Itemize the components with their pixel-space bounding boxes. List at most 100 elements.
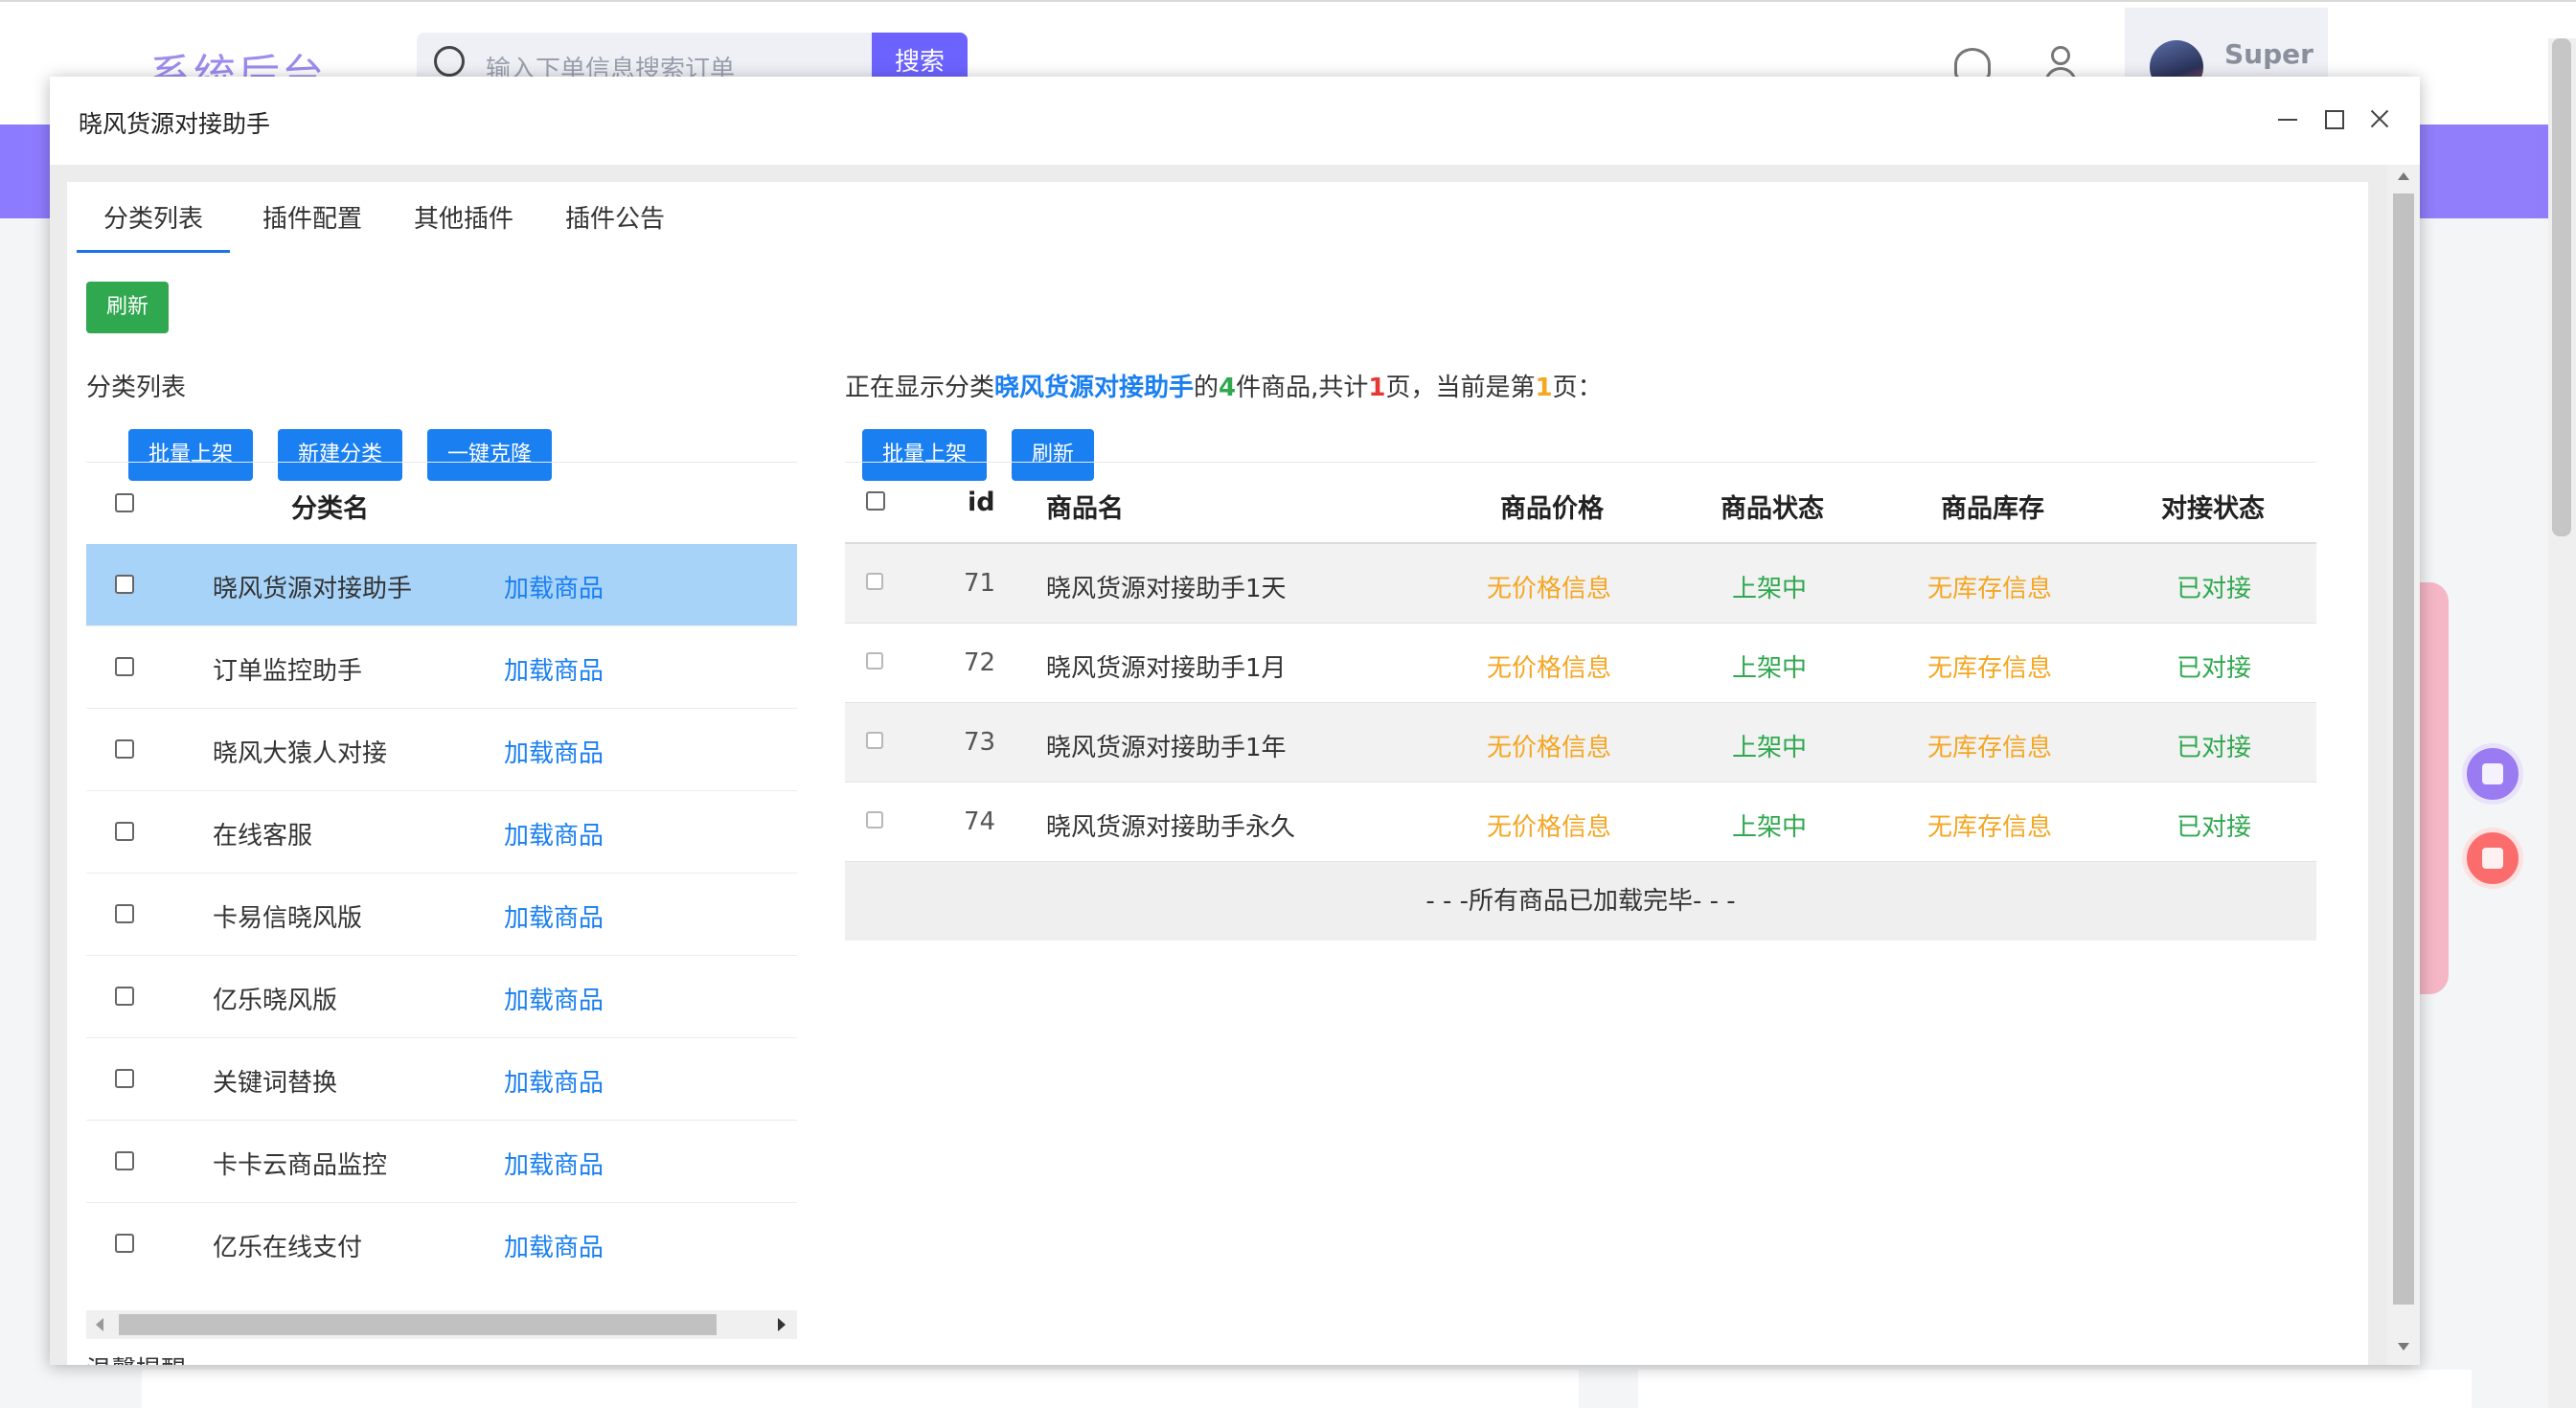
select-all-checkbox[interactable] — [866, 491, 885, 511]
row-checkbox[interactable] — [115, 904, 134, 923]
table-row[interactable]: 74 晓风货源对接助手永久 无价格信息 上架中 无库存信息 已对接 — [845, 783, 2316, 862]
table-row[interactable]: 晓风货源对接助手 加载商品 — [86, 544, 797, 626]
table-row[interactable]: 71 晓风货源对接助手1天 无价格信息 上架中 无库存信息 已对接 — [845, 544, 2316, 624]
link-state: 已对接 — [2177, 575, 2252, 603]
dialog-body: 分类列表 插件配置 其他插件 插件公告 刷新 分类列表 批量上架 新建分类 一键… — [50, 165, 2420, 1365]
row-checkbox[interactable] — [866, 573, 883, 590]
product-state: 上架中 — [1732, 813, 1808, 842]
load-products-link[interactable]: 加载商品 — [504, 651, 604, 687]
table-row[interactable]: 72 晓风货源对接助手1月 无价格信息 上架中 无库存信息 已对接 — [845, 624, 2316, 703]
minimize-icon[interactable] — [2267, 98, 2309, 140]
dialog-content: 分类列表 插件配置 其他插件 插件公告 刷新 分类列表 批量上架 新建分类 一键… — [67, 182, 2368, 1365]
table-row[interactable]: 73 晓风货源对接助手1年 无价格信息 上架中 无库存信息 已对接 — [845, 703, 2316, 783]
product-stock: 无库存信息 — [1927, 734, 2053, 762]
load-products-link[interactable]: 加载商品 — [504, 1228, 604, 1263]
row-checkbox[interactable] — [115, 575, 134, 594]
load-products-link[interactable]: 加载商品 — [504, 1146, 604, 1181]
dialog-scrollbar[interactable] — [2387, 165, 2420, 1365]
row-checkbox[interactable] — [115, 1234, 134, 1253]
table-row[interactable]: 亿乐晓风版 加载商品 — [86, 956, 797, 1038]
load-products-link[interactable]: 加载商品 — [504, 1063, 604, 1099]
product-state: 上架中 — [1732, 654, 1808, 683]
row-checkbox[interactable] — [115, 987, 134, 1006]
table-row[interactable]: 晓风大猿人对接 加载商品 — [86, 709, 797, 791]
page-scrollbar[interactable] — [2548, 38, 2576, 1408]
product-info-line: 正在显示分类晓风货源对接助手的4件商品,共计1页，当前是第1页： — [845, 374, 1603, 402]
category-name: 关键词替换 — [213, 1069, 338, 1098]
product-id: 72 — [964, 648, 996, 677]
load-products-link[interactable]: 加载商品 — [504, 981, 604, 1016]
maximize-icon[interactable] — [2313, 98, 2355, 140]
link-state: 已对接 — [2177, 813, 2252, 842]
row-checkbox[interactable] — [866, 732, 883, 749]
headset-icon[interactable] — [1954, 48, 1991, 80]
close-icon[interactable] — [2359, 98, 2401, 140]
column-link-state: 对接状态 — [2161, 494, 2265, 524]
load-products-link[interactable]: 加载商品 — [504, 816, 604, 852]
load-products-link[interactable]: 加载商品 — [504, 734, 604, 769]
table-row[interactable]: 订单监控助手 加载商品 — [86, 626, 797, 709]
bottom-panel — [142, 1370, 1579, 1408]
product-id: 74 — [964, 807, 996, 836]
row-checkbox[interactable] — [866, 811, 883, 829]
bottom-panel-right — [1638, 1370, 2472, 1408]
table-row[interactable]: 卡卡云商品监控 加载商品 — [86, 1121, 797, 1203]
table-row[interactable]: 卡易信晓风版 加载商品 — [86, 874, 797, 956]
table-row[interactable]: 在线客服 加载商品 — [86, 791, 797, 874]
search-icon — [434, 46, 465, 77]
scroll-up-icon[interactable] — [2398, 172, 2409, 180]
column-id: id — [968, 488, 995, 517]
table-footer: - - -所有商品已加载完毕- - - — [845, 862, 2316, 941]
category-name: 亿乐晓风版 — [213, 987, 338, 1015]
product-name: 晓风货源对接助手1年 — [1046, 734, 1287, 762]
select-all-checkbox[interactable] — [115, 493, 134, 512]
product-name: 晓风货源对接助手永久 — [1046, 813, 1296, 842]
product-name: 晓风货源对接助手1天 — [1046, 575, 1287, 603]
refresh-button[interactable]: 刷新 — [86, 282, 169, 333]
column-category-name: 分类名 — [291, 494, 369, 524]
product-name: 晓风货源对接助手1月 — [1046, 654, 1287, 683]
scroll-down-icon[interactable] — [2398, 1343, 2409, 1351]
user-name: Super — [2224, 38, 2314, 70]
scroll-thumb[interactable] — [119, 1314, 717, 1335]
product-price: 无价格信息 — [1487, 575, 1612, 603]
cube-icon[interactable] — [2462, 828, 2523, 889]
product-price: 无价格信息 — [1487, 654, 1612, 683]
column-stock: 商品库存 — [1941, 494, 2044, 524]
product-state: 上架中 — [1732, 575, 1808, 603]
category-name: 亿乐在线支付 — [213, 1234, 363, 1262]
dialog-titlebar[interactable]: 晓风货源对接助手 — [50, 77, 2420, 165]
table-row[interactable]: 亿乐在线支付 加载商品 — [86, 1203, 797, 1285]
tips-label: 温馨提醒 — [86, 1351, 186, 1365]
scroll-thumb[interactable] — [2393, 193, 2414, 1305]
product-stock: 无库存信息 — [1927, 813, 2053, 842]
row-checkbox[interactable] — [115, 657, 134, 676]
horizontal-scrollbar[interactable] — [86, 1310, 797, 1339]
shop-icon[interactable] — [2462, 743, 2523, 805]
row-checkbox[interactable] — [115, 1151, 134, 1170]
scroll-left-icon[interactable] — [96, 1318, 103, 1331]
tab-plugin-config[interactable]: 插件配置 — [262, 199, 362, 253]
tab-category-list[interactable]: 分类列表 — [77, 199, 230, 253]
column-price: 商品价格 — [1500, 494, 1604, 524]
load-products-link[interactable]: 加载商品 — [504, 569, 604, 604]
row-checkbox[interactable] — [115, 739, 134, 759]
category-name: 卡易信晓风版 — [213, 904, 363, 933]
load-products-link[interactable]: 加载商品 — [504, 898, 604, 934]
scroll-right-icon[interactable] — [778, 1318, 786, 1331]
category-section-label: 分类列表 — [86, 374, 187, 402]
column-product-name: 商品名 — [1046, 494, 1124, 524]
category-name: 在线客服 — [213, 822, 313, 851]
column-state: 商品状态 — [1721, 494, 1824, 524]
row-checkbox[interactable] — [115, 1069, 134, 1088]
row-checkbox[interactable] — [866, 652, 883, 670]
tab-other-plugins[interactable]: 其他插件 — [414, 199, 513, 253]
row-checkbox[interactable] — [115, 822, 134, 841]
product-id: 73 — [964, 728, 996, 757]
table-row[interactable]: 关键词替换 加载商品 — [86, 1038, 797, 1121]
link-state: 已对接 — [2177, 734, 2252, 762]
category-name: 订单监控助手 — [213, 657, 363, 686]
tab-plugin-notice[interactable]: 插件公告 — [565, 199, 665, 253]
table-header: 分类名 — [86, 462, 797, 544]
plugin-dialog: 晓风货源对接助手 分类列表 插件配置 其他插件 插件公告 刷新 分类列表 批量上… — [50, 77, 2420, 1365]
